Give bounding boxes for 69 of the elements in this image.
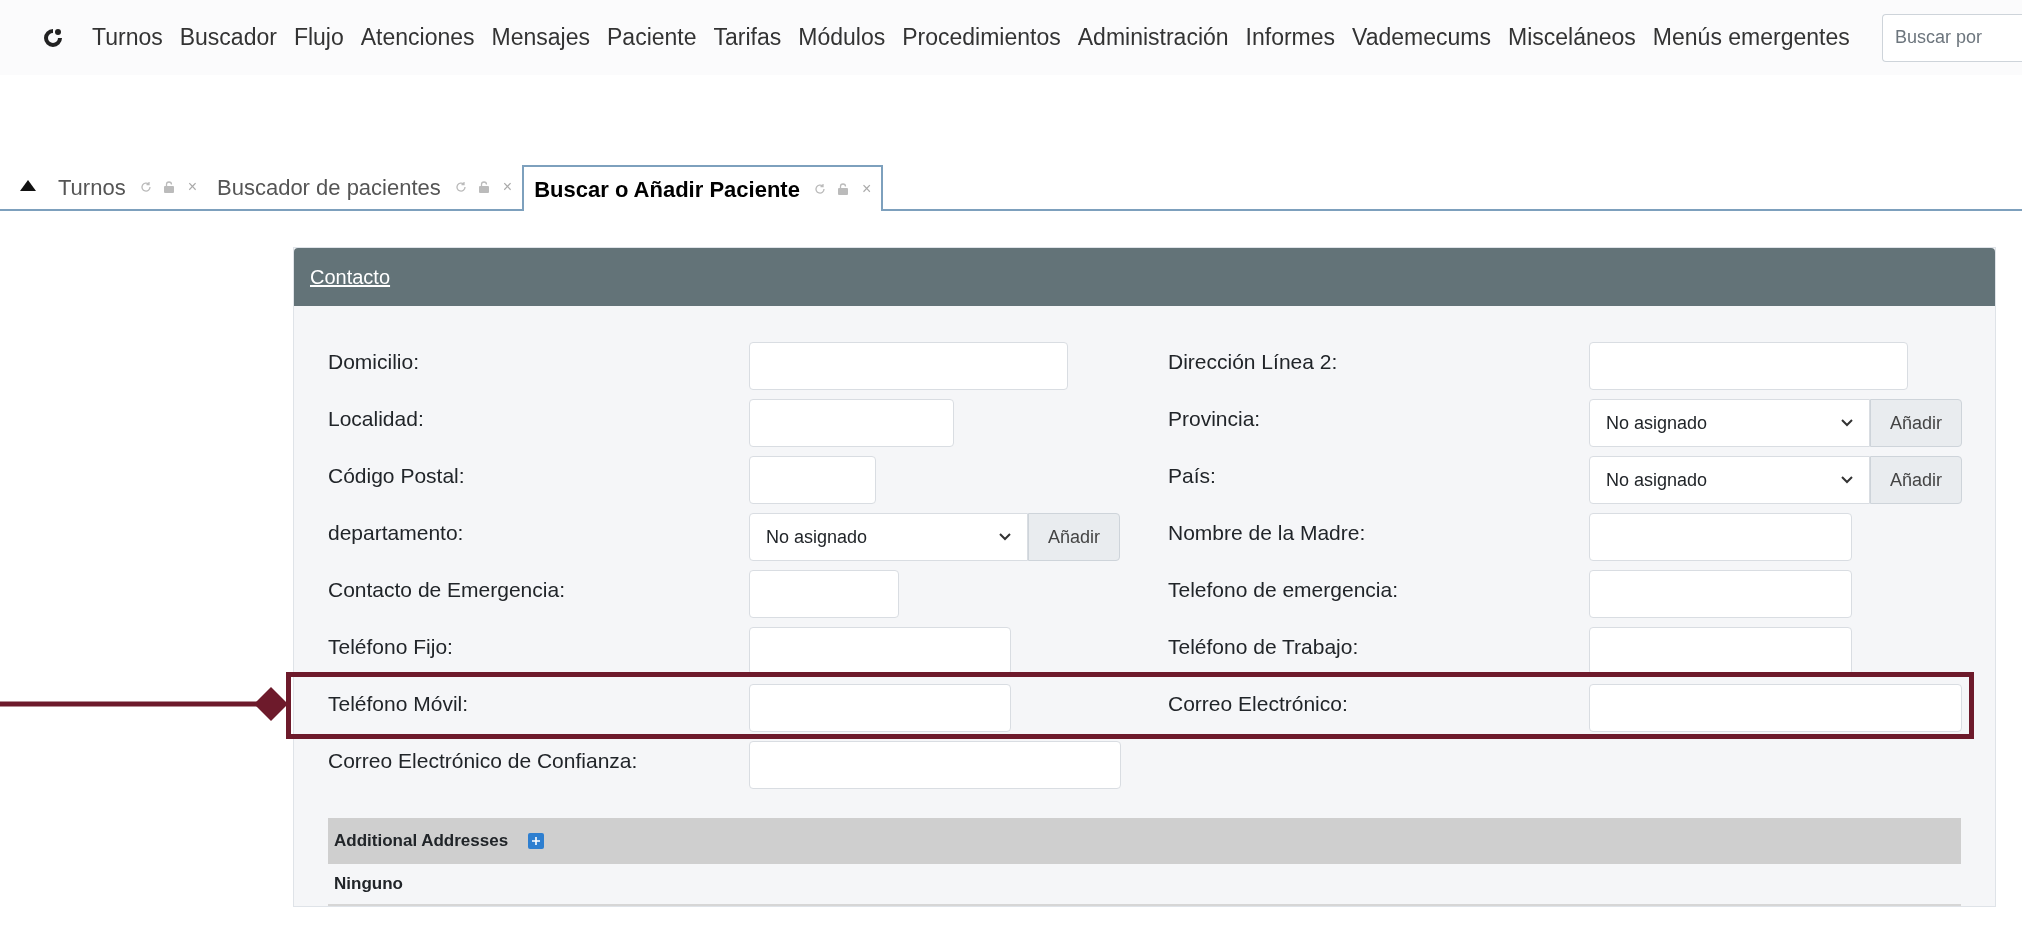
menu-item[interactable]: Procedimientos <box>902 20 1061 55</box>
lock-icon[interactable] <box>478 181 489 193</box>
tab[interactable]: Buscar o Añadir Paciente × <box>522 165 884 211</box>
field-label: Teléfono Fijo: <box>328 634 454 660</box>
dropdown[interactable]: No asignado <box>749 513 1028 561</box>
menu-item[interactable]: Mensajes <box>491 20 590 55</box>
empty-text: Ninguno <box>334 873 403 896</box>
logo-icon[interactable] <box>42 26 64 49</box>
field-label: Provincia: <box>1168 406 1262 432</box>
field-label: País: <box>1168 463 1217 489</box>
tab-label[interactable]: Buscador de pacientes <box>217 170 441 204</box>
menu-item[interactable]: Vademecums <box>1352 20 1491 55</box>
tab[interactable]: Buscador de pacientes × <box>207 165 523 209</box>
field-label: Contacto de Emergencia: <box>328 577 566 603</box>
input-field[interactable] <box>1589 513 1852 561</box>
lock-icon[interactable] <box>837 183 848 195</box>
menu-item[interactable]: Turnos <box>92 20 163 55</box>
refresh-icon[interactable] <box>139 181 152 193</box>
menu-item[interactable]: Informes <box>1245 20 1336 55</box>
chevron-down-icon <box>1841 419 1853 427</box>
field-label: Teléfono Móvil: <box>328 691 470 717</box>
tab[interactable]: Turnos × <box>48 165 207 209</box>
refresh-icon[interactable] <box>813 183 826 195</box>
lock-icon[interactable] <box>163 181 174 193</box>
input-field[interactable] <box>1589 684 1962 732</box>
chevron-down-icon <box>1841 476 1853 484</box>
dropdown[interactable]: No asignado <box>1589 399 1870 447</box>
refresh-icon[interactable] <box>454 181 467 193</box>
menu-item[interactable]: Buscador <box>179 20 277 55</box>
field-label: Domicilio: <box>328 349 420 375</box>
field-label: Telefono de emergencia: <box>1168 577 1399 603</box>
menu-item[interactable]: Módulos <box>798 20 886 55</box>
menu-item[interactable]: Tarifas <box>713 20 782 55</box>
input-field[interactable] <box>749 456 876 504</box>
menu-item[interactable]: Misceláneos <box>1508 20 1636 55</box>
tab-label[interactable]: Buscar o Añadir Paciente <box>534 172 800 206</box>
input-field[interactable] <box>749 570 899 618</box>
add-button[interactable]: Añadir <box>1028 513 1120 561</box>
field-label: departamento: <box>328 520 465 546</box>
menu-item[interactable]: Atenciones <box>360 20 475 55</box>
input-field[interactable] <box>749 342 1068 390</box>
tab-label[interactable]: Turnos <box>58 170 126 204</box>
menu-item[interactable]: Administración <box>1077 20 1229 55</box>
section-title: Additional Addresses <box>334 830 509 853</box>
field-label: Teléfono de Trabajo: <box>1168 634 1360 660</box>
field-label: Nombre de la Madre: <box>1168 520 1367 546</box>
input-field[interactable] <box>749 741 1121 789</box>
menu-item[interactable]: Menús emergentes <box>1652 20 1850 55</box>
field-label: Correo Electrónico de Confianza: <box>328 748 639 774</box>
menu-item[interactable]: Paciente <box>607 20 697 55</box>
field-label: Correo Electrónico: <box>1168 691 1349 717</box>
add-icon[interactable] <box>528 833 545 849</box>
input-field[interactable] <box>1589 342 1908 390</box>
input-field[interactable] <box>749 684 1011 732</box>
input-field[interactable] <box>1589 570 1852 618</box>
add-button[interactable]: Añadir <box>1870 399 1962 447</box>
input-field[interactable] <box>749 399 954 447</box>
collapse-triangle-icon[interactable] <box>20 180 36 191</box>
chevron-down-icon <box>999 533 1011 541</box>
menu-item[interactable]: Flujo <box>293 20 344 55</box>
input-field[interactable] <box>749 627 1011 675</box>
search-field[interactable]: Buscar por <box>1882 13 2022 62</box>
dropdown[interactable]: No asignado <box>1589 456 1870 504</box>
field-label: Dirección Línea 2: <box>1168 349 1339 375</box>
add-button[interactable]: Añadir <box>1870 456 1962 504</box>
field-label: Código Postal: <box>328 463 466 489</box>
field-label: Localidad: <box>328 406 425 432</box>
input-field[interactable] <box>1589 627 1852 675</box>
panel-title[interactable]: Contacto <box>310 262 391 292</box>
